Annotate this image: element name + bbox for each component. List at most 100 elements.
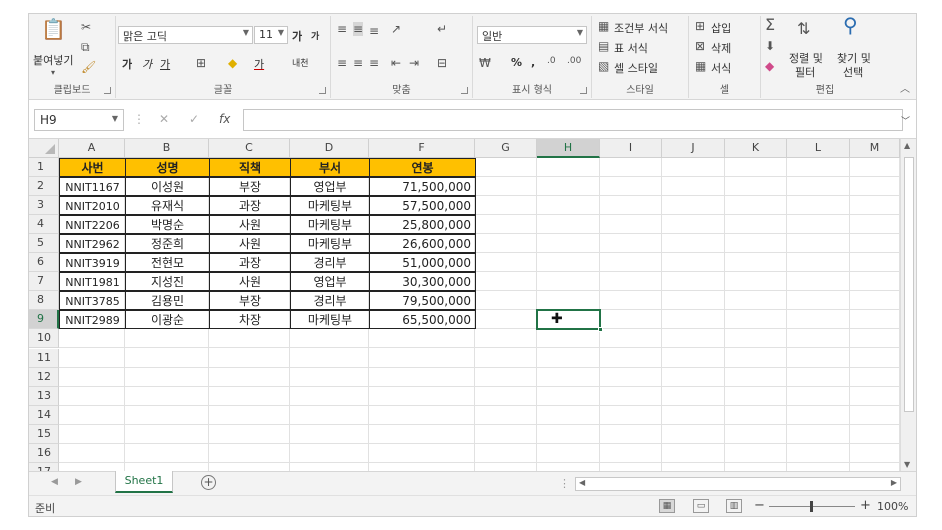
search-icon[interactable]: ⚲ (843, 15, 858, 35)
row-header[interactable]: 15 (29, 425, 59, 444)
cell-position[interactable]: 사원 (209, 272, 291, 291)
cell-position[interactable]: 부장 (209, 177, 291, 196)
row-header[interactable]: 8 (29, 291, 59, 310)
font-name-select[interactable]: 맑은 고딕 ▼ (118, 26, 253, 44)
add-sheet-icon[interactable]: + (201, 475, 216, 490)
row-header[interactable]: 5 (29, 234, 59, 253)
collapse-ribbon-icon[interactable]: ︿ (900, 80, 910, 95)
alignment-launcher-icon[interactable] (461, 87, 468, 94)
cell-department[interactable]: 영업부 (290, 177, 370, 196)
table-header-cell[interactable]: 연봉 (369, 158, 476, 177)
merge-center-icon[interactable]: ⊟ (437, 56, 447, 70)
align-top-icon[interactable]: ≡ (337, 22, 347, 36)
format-button[interactable]: 서식 (711, 60, 731, 76)
scroll-up-icon[interactable]: ▲ (904, 141, 910, 150)
cell-name[interactable]: 김용민 (125, 291, 210, 310)
decrease-decimal-icon[interactable]: .00 (567, 54, 581, 68)
font-size-select[interactable]: 11 ▼ (254, 26, 288, 44)
italic-button[interactable]: 가 (142, 56, 152, 72)
select-all-button[interactable] (29, 139, 59, 158)
cut-icon[interactable]: ✂ (81, 20, 91, 34)
page-layout-view-icon[interactable]: ▭ (693, 499, 709, 513)
cell-employee-id[interactable]: NNIT2989 (59, 310, 126, 329)
cell-salary[interactable]: 71,500,000 (369, 177, 476, 196)
comma-button[interactable]: , (531, 56, 535, 69)
shrink-font-button[interactable]: 가 (311, 29, 319, 42)
insert-button[interactable]: 삽입 (711, 20, 731, 36)
row-header[interactable]: 14 (29, 406, 59, 425)
clear-icon[interactable]: ◆ (765, 59, 774, 73)
table-header-cell[interactable]: 직책 (209, 158, 291, 177)
sort-filter-label-2[interactable]: 필터 (795, 64, 815, 80)
format-as-table-button[interactable]: 표 서식 (614, 40, 648, 56)
clipboard-launcher-icon[interactable] (104, 87, 111, 94)
cell-salary[interactable]: 65,500,000 (369, 310, 476, 329)
expand-formula-icon[interactable]: ﹀ (901, 114, 910, 127)
column-header[interactable]: M (850, 139, 900, 158)
row-header[interactable]: 9 (29, 310, 59, 329)
row-header[interactable]: 17 (29, 463, 59, 471)
zoom-level[interactable]: 100% (877, 500, 908, 513)
cell-position[interactable]: 차장 (209, 310, 291, 329)
table-header-cell[interactable]: 사번 (59, 158, 126, 177)
cell-salary[interactable]: 30,300,000 (369, 272, 476, 291)
row-header[interactable]: 4 (29, 215, 59, 234)
border-icon[interactable]: ⊞ (196, 56, 206, 70)
delete-button[interactable]: 삭제 (711, 40, 731, 56)
cell-employee-id[interactable]: NNIT3919 (59, 253, 126, 272)
zoom-in-icon[interactable]: + (860, 498, 871, 513)
cell-department[interactable]: 마케팅부 (290, 310, 370, 329)
copy-icon[interactable]: ⧉ (81, 40, 90, 54)
grow-font-button[interactable]: 가 (292, 28, 302, 44)
zoom-out-icon[interactable]: − (754, 498, 765, 513)
cell-salary[interactable]: 51,000,000 (369, 253, 476, 272)
formula-input[interactable] (243, 109, 903, 131)
worksheet-grid[interactable]: ▲ ▼ ABCDFGHIJKLM123456789101112131415161… (29, 139, 916, 471)
phonetic-button[interactable]: 내천 (292, 56, 309, 69)
row-header[interactable]: 13 (29, 387, 59, 406)
conditional-format-button[interactable]: 조건부 서식 (614, 20, 668, 36)
cell-name[interactable]: 지성진 (125, 272, 210, 291)
cell-name[interactable]: 박명순 (125, 215, 210, 234)
font-color-button[interactable]: 가 (254, 56, 264, 72)
column-header[interactable]: B (125, 139, 209, 158)
cell-department[interactable]: 마케팅부 (290, 196, 370, 215)
column-header[interactable]: I (600, 139, 662, 158)
column-header[interactable]: G (475, 139, 537, 158)
paste-icon[interactable]: 📋 (41, 19, 66, 39)
row-header[interactable]: 11 (29, 349, 59, 368)
cell-salary[interactable]: 57,500,000 (369, 196, 476, 215)
fill-handle[interactable] (598, 327, 603, 332)
row-header[interactable]: 16 (29, 444, 59, 463)
cell-position[interactable]: 과장 (209, 253, 291, 272)
tab-splitter-icon[interactable]: ⋮ (559, 477, 570, 490)
column-header[interactable]: F (369, 139, 475, 158)
cell-department[interactable]: 마케팅부 (290, 234, 370, 253)
align-bottom-icon[interactable]: ≡ (369, 24, 379, 38)
column-header[interactable]: D (290, 139, 369, 158)
column-header[interactable]: H (537, 139, 600, 158)
wrap-text-icon[interactable]: ↵ (437, 22, 447, 36)
currency-icon[interactable]: ₩ (479, 56, 491, 70)
prev-sheet-icon[interactable]: ◀ (51, 477, 58, 487)
active-cell[interactable] (536, 309, 603, 332)
cell-employee-id[interactable]: NNIT2010 (59, 196, 126, 215)
cancel-icon[interactable]: ✕ (159, 112, 169, 126)
cell-name[interactable]: 유재식 (125, 196, 210, 215)
cell-employee-id[interactable]: NNIT1167 (59, 177, 126, 196)
number-launcher-icon[interactable] (580, 87, 587, 94)
fill-color-icon[interactable]: ◆ (228, 56, 237, 70)
cell-salary[interactable]: 26,600,000 (369, 234, 476, 253)
orientation-icon[interactable]: ↗ (391, 22, 401, 36)
cell-salary[interactable]: 25,800,000 (369, 215, 476, 234)
column-header[interactable]: A (59, 139, 125, 158)
cell-name[interactable]: 이광순 (125, 310, 210, 329)
fill-icon[interactable]: ⬇ (765, 39, 775, 53)
zoom-slider-thumb[interactable] (810, 501, 813, 512)
column-header[interactable]: C (209, 139, 290, 158)
cell-name[interactable]: 정준희 (125, 234, 210, 253)
underline-button[interactable]: 가 (160, 56, 170, 72)
name-box[interactable]: H9 ▼ (34, 109, 124, 131)
column-header[interactable]: J (662, 139, 725, 158)
cell-position[interactable]: 사원 (209, 234, 291, 253)
